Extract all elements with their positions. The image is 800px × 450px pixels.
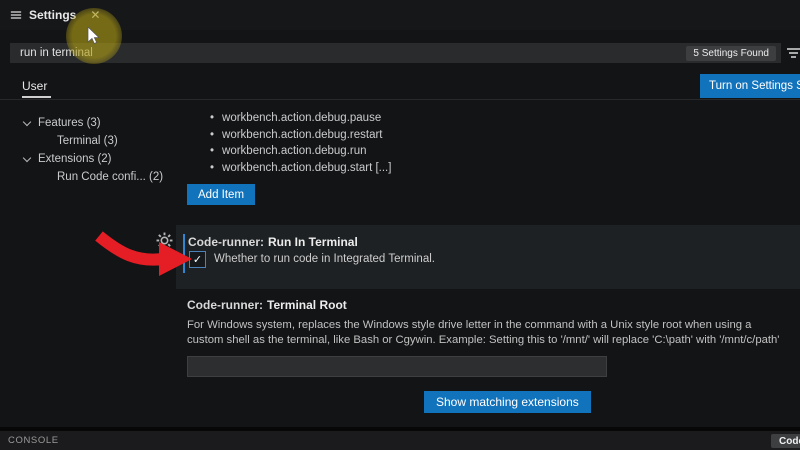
settings-toc-tree: Features (3) Terminal (3) Extensions (2)… — [14, 114, 163, 186]
editor-tab-bar: Settings ✕ — [0, 0, 800, 30]
settings-search-input[interactable]: run in terminal 5 Settings Found — [10, 43, 781, 63]
tab-settings[interactable]: Settings ✕ — [10, 0, 100, 30]
add-item-button[interactable]: Add Item — [187, 184, 255, 205]
toc-item-run-code-config[interactable]: Run Code confi... (2) — [14, 168, 163, 186]
setting-row-terminal-root: Code-runner: Terminal Root For Windows sy… — [187, 298, 793, 347]
turn-on-settings-sync-button[interactable]: Turn on Settings Sync — [700, 74, 800, 98]
toc-item-extensions[interactable]: Extensions (2) — [14, 150, 163, 168]
search-query-text: run in terminal — [20, 47, 93, 59]
close-icon[interactable]: ✕ — [90, 8, 100, 22]
terminal-root-input[interactable] — [187, 356, 607, 377]
list-item[interactable]: workbench.action.debug.start [...] — [210, 160, 391, 177]
setting-category: Code-runner: — [188, 235, 264, 249]
console-panel-label: CONSOLE — [8, 435, 59, 446]
list-item[interactable]: workbench.action.debug.run — [210, 143, 391, 160]
vscode-settings-editor: Settings ✕ run in terminal 5 Settings Fo… — [0, 0, 800, 450]
tab-strip-divider — [0, 99, 800, 100]
checkmark-icon: ✓ — [193, 253, 202, 266]
chevron-down-icon — [23, 117, 31, 125]
toc-item-label: Run Code confi... (2) — [57, 171, 163, 183]
tab-title: Settings — [29, 8, 76, 22]
list-item-text: workbench.action.debug.restart — [222, 129, 382, 141]
toc-item-label: Features (3) — [38, 117, 101, 129]
console-panel-bar: CONSOLE — [0, 431, 800, 450]
tab-user-active-underline — [22, 96, 51, 98]
setting-category: Code-runner: — [187, 298, 263, 312]
toc-item-terminal[interactable]: Terminal (3) — [14, 132, 163, 150]
filter-icon[interactable] — [787, 46, 800, 64]
show-matching-extensions-button[interactable]: Show matching extensions — [424, 391, 591, 413]
toc-item-features[interactable]: Features (3) — [14, 114, 163, 132]
list-item-text: workbench.action.debug.pause — [222, 112, 381, 124]
modified-setting-accent-bar — [183, 234, 185, 273]
setting-name: Terminal Root — [267, 298, 347, 312]
run-in-terminal-checkbox[interactable]: ✓ — [189, 251, 206, 268]
chevron-down-icon — [23, 153, 31, 161]
settings-sliders-icon — [10, 9, 22, 21]
list-item[interactable]: workbench.action.debug.restart — [210, 127, 391, 144]
toc-item-label: Extensions (2) — [38, 153, 112, 165]
setting-description: For Windows system, replaces the Windows… — [187, 318, 787, 347]
gear-icon[interactable] — [156, 232, 173, 249]
setting-list-items: workbench.action.debug.pause workbench.a… — [210, 110, 391, 176]
setting-name: Run In Terminal — [268, 235, 358, 249]
setting-row-run-in-terminal: Code-runner: Run In Terminal ✓ Whether to… — [176, 225, 800, 289]
list-item[interactable]: workbench.action.debug.pause — [210, 110, 391, 127]
tab-user[interactable]: User — [22, 79, 47, 93]
setting-title: Code-runner: Run In Terminal — [188, 235, 358, 249]
toc-item-label: Terminal (3) — [57, 135, 118, 147]
setting-title: Code-runner: Terminal Root — [187, 298, 793, 312]
code-chip-button[interactable]: Code — [771, 434, 800, 448]
settings-found-badge: 5 Settings Found — [686, 46, 776, 61]
list-item-text: workbench.action.debug.run — [222, 145, 367, 157]
list-item-text: workbench.action.debug.start [...] — [222, 162, 391, 174]
setting-description: Whether to run code in Integrated Termin… — [214, 253, 435, 265]
